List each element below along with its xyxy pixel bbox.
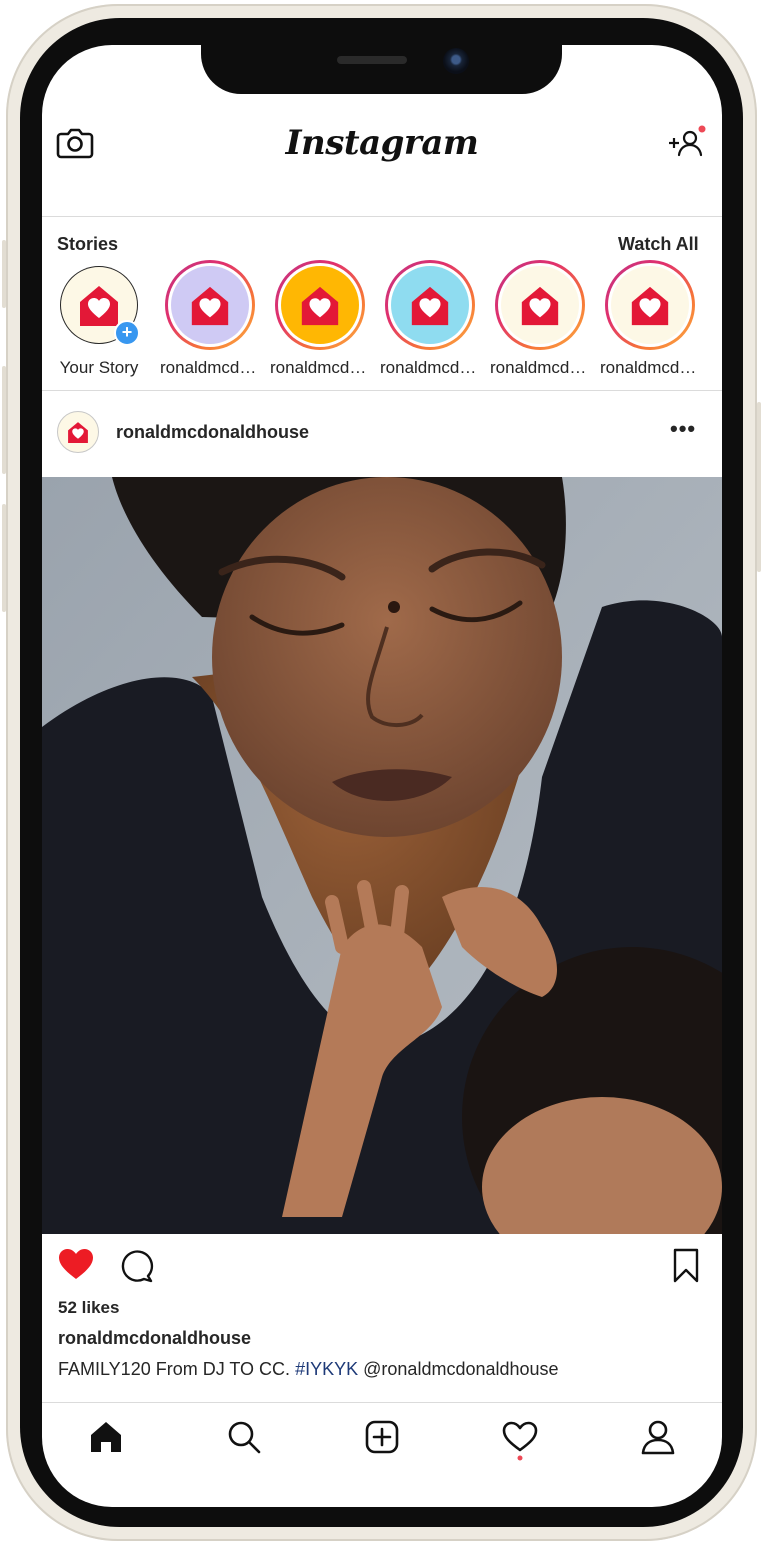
caption-text: FAMILY120 From DJ TO CC. (58, 1359, 291, 1379)
add-user-icon[interactable] (666, 123, 706, 163)
avatar (501, 266, 579, 344)
post-avatar[interactable] (57, 411, 99, 453)
story-item[interactable]: ronaldmcdonaldhouse (160, 260, 260, 378)
story-ring-gap (498, 263, 582, 347)
notch (201, 36, 562, 94)
add-story-icon[interactable]: + (114, 320, 140, 346)
mute-switch (2, 240, 6, 308)
activity-heart-icon[interactable] (500, 1417, 540, 1461)
story-label: ronaldmcdonaldhouse (160, 358, 260, 377)
stories-title: Stories (57, 234, 119, 254)
avatar (611, 266, 689, 344)
stories-row: + Your Story ronaldmcdonaldhouse (42, 260, 722, 385)
post-username[interactable]: ronaldmcdonaldhouse (116, 422, 309, 443)
story-label: Your Story (59, 358, 139, 377)
more-options-icon[interactable]: ••• (670, 416, 696, 442)
rmhc-logo-icon (411, 286, 449, 326)
story-ring-gap (168, 263, 252, 347)
story-label: ronaldmcdonaldhouse (270, 358, 370, 377)
comment-icon[interactable] (120, 1250, 154, 1284)
profile-icon[interactable] (638, 1417, 678, 1457)
avatar (171, 266, 249, 344)
story-item[interactable]: ronaldmcdonaldhouse (490, 260, 590, 378)
story-item[interactable]: ronaldmcdonaldhouse (600, 260, 700, 378)
rmhc-logo-icon (68, 422, 88, 443)
story-item[interactable]: ronaldmcdonaldhouse (270, 260, 370, 378)
post-image[interactable] (42, 477, 722, 1234)
story-label: ronaldmcdonaldhouse (380, 358, 480, 377)
camera-icon[interactable] (56, 125, 94, 161)
caption-username[interactable]: ronaldmcdonaldhouse (58, 1328, 251, 1349)
stories-divider (42, 390, 722, 391)
story-ring: + (60, 266, 140, 346)
story-ring-gap (278, 263, 362, 347)
volume-down-button (2, 504, 6, 612)
rmhc-logo-icon (80, 286, 118, 326)
volume-up-button (2, 366, 6, 474)
story-label: ronaldmcdonaldhouse (490, 358, 590, 377)
story-label: ronaldmcdonaldhouse (600, 358, 700, 377)
story-item[interactable]: ronaldmcdonaldhouse (380, 260, 480, 378)
rmhc-logo-icon (191, 286, 229, 326)
watch-all-link[interactable]: Watch All (618, 234, 699, 255)
save-bookmark-icon[interactable] (672, 1248, 700, 1284)
rmhc-logo-icon (521, 286, 559, 326)
rmhc-logo-icon (301, 286, 339, 326)
search-icon[interactable] (224, 1417, 264, 1457)
caption: FAMILY120 From DJ TO CC. #IYKYK @ronaldm… (58, 1359, 559, 1380)
home-icon[interactable] (86, 1417, 126, 1457)
rmhc-logo-icon (631, 286, 669, 326)
story-ring-gap (608, 263, 692, 347)
app-logo: Instagram (285, 123, 479, 163)
header-divider (42, 216, 722, 217)
avatar (391, 266, 469, 344)
screen: Instagram Stories Watch All + Your Story… (42, 45, 722, 1507)
avatar (281, 266, 359, 344)
caption-hashtag[interactable]: #IYKYK (295, 1359, 358, 1379)
new-post-icon[interactable] (362, 1417, 402, 1457)
bottom-nav (42, 1403, 722, 1507)
speaker-grille (337, 56, 407, 64)
power-button (757, 402, 761, 572)
photo-mother-baby (42, 477, 722, 1234)
likes-count[interactable]: 52 likes (58, 1298, 119, 1318)
story-ring (385, 260, 475, 350)
story-ring (165, 260, 255, 350)
front-camera (443, 48, 469, 74)
story-ring-gap (388, 263, 472, 347)
caption-mention[interactable]: @ronaldmcdonaldhouse (363, 1359, 558, 1379)
like-heart-icon[interactable] (58, 1248, 94, 1282)
story-ring (605, 260, 695, 350)
story-ring (495, 260, 585, 350)
story-ring (275, 260, 365, 350)
story-your-story[interactable]: + Your Story (49, 260, 149, 378)
